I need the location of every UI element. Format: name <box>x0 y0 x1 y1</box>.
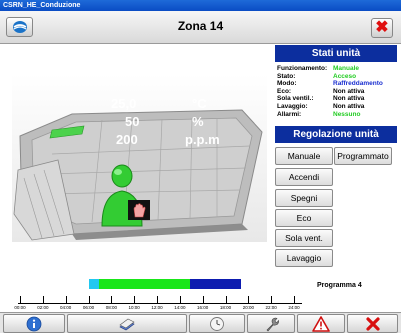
time-tick <box>157 296 158 303</box>
status-value: Nessuno <box>333 110 361 118</box>
time-label: 24:00 <box>288 305 300 310</box>
clock-icon <box>210 317 224 331</box>
wrench-icon <box>266 317 279 332</box>
status-label: Stato: <box>277 72 296 80</box>
book-button[interactable] <box>67 314 187 333</box>
status-value: Manuale <box>333 65 360 72</box>
time-tick <box>65 296 67 303</box>
time-tick <box>42 296 44 303</box>
time-tick <box>202 296 204 303</box>
time-tick <box>271 296 273 303</box>
sola-vent-button[interactable]: Sola vent. <box>275 229 333 247</box>
alarm-button[interactable] <box>297 314 345 333</box>
header-bar: Zona 14 ✖ <box>0 11 401 44</box>
time-axis <box>18 303 302 304</box>
status-row: Sola ventil.: Non attiva <box>277 95 401 103</box>
time-label: 10:00 <box>128 305 140 310</box>
status-value: Non attiva <box>333 87 365 95</box>
clock-button[interactable] <box>189 314 245 333</box>
lavaggio-button[interactable]: Lavaggio <box>275 249 333 267</box>
status-label: Sola ventil.: <box>277 95 314 103</box>
status-value: Raffreddamento <box>333 80 383 88</box>
time-label: 12:00 <box>151 305 163 310</box>
status-row: Modo: Raffreddamento <box>277 80 401 88</box>
time-label: 22:00 <box>265 305 277 310</box>
settings-button[interactable] <box>247 314 295 333</box>
status-row: Stato: Acceso <box>277 73 401 81</box>
page-title: Zona 14 <box>177 19 224 33</box>
window-title: CSRN_HE_Conduzione <box>3 2 81 9</box>
co2-value: 200 <box>116 132 138 147</box>
time-tick <box>179 296 181 303</box>
time-label: 20:00 <box>242 305 254 310</box>
status-row: Allarmi: Nessuno <box>277 111 401 119</box>
warning-icon <box>312 316 330 332</box>
status-label: Allarmi: <box>277 110 302 118</box>
humidity-value: 50 <box>125 114 140 129</box>
status-row: Funzionamento: Manuale <box>277 65 401 73</box>
schedule-segment <box>98 279 191 289</box>
time-tick <box>111 296 113 303</box>
time-tick <box>294 296 295 303</box>
humidity-unit: % <box>192 114 204 129</box>
time-label: 16:00 <box>197 305 209 310</box>
programmato-button[interactable]: Programmato <box>334 147 392 165</box>
status-label: Eco: <box>277 87 292 95</box>
time-label: 14:00 <box>174 305 186 310</box>
time-tick <box>248 296 250 303</box>
status-value: Acceso <box>333 72 357 80</box>
spegni-button[interactable]: Spegni <box>275 189 333 207</box>
stati-header: Stati unità <box>275 45 397 62</box>
time-tick <box>225 296 227 303</box>
temperature-value: 25,0 <box>111 96 137 111</box>
eco-button[interactable]: Eco <box>275 209 333 227</box>
status-row: Eco: Non attiva <box>277 88 401 96</box>
status-value: Non attiva <box>333 102 365 110</box>
window-titlebar: CSRN_HE_Conduzione <box>0 0 401 11</box>
schedule-segment <box>88 279 99 289</box>
exit-button[interactable] <box>347 314 398 333</box>
close-icon: ✖ <box>375 19 389 36</box>
schedule-segment <box>190 279 242 289</box>
status-label: Funzionamento: <box>277 65 328 72</box>
status-label: Modo: <box>277 80 297 88</box>
close-icon <box>365 317 380 331</box>
time-label: 04:00 <box>60 305 72 310</box>
regolazione-header: Regolazione unità <box>275 126 397 143</box>
co2-unit: p.p.m <box>185 132 220 147</box>
status-value: Non attiva <box>333 95 365 103</box>
manual-hand-icon <box>128 200 150 220</box>
time-label: 02:00 <box>37 305 49 310</box>
status-label: Lavaggio: <box>277 102 308 110</box>
time-label: 06:00 <box>82 305 95 310</box>
time-tick <box>88 296 90 303</box>
time-label: 08:00 <box>105 305 117 310</box>
accendi-button[interactable]: Accendi <box>275 168 333 186</box>
operator-icon <box>101 164 143 227</box>
temperature-unit: °C <box>192 96 207 111</box>
info-icon <box>26 316 42 332</box>
application-window: CSRN_HE_Conduzione Zona 14 ✖ 25,0 °C 50 … <box>0 0 401 333</box>
time-tick <box>20 296 21 303</box>
time-label: 18:00 <box>219 305 232 310</box>
program-label: Programma 4 <box>317 282 362 289</box>
status-list: Funzionamento: Manuale Stato: Acceso Modo: Ra… <box>277 65 401 118</box>
status-row: Lavaggio: Non attiva <box>277 103 401 111</box>
close-button[interactable]: ✖ <box>371 18 393 38</box>
book-icon <box>119 318 135 331</box>
manuale-button[interactable]: Manuale <box>275 147 333 165</box>
bottom-toolbar <box>0 312 401 333</box>
info-button[interactable] <box>3 314 65 333</box>
time-label: 00:00 <box>14 305 26 310</box>
time-tick <box>134 296 136 303</box>
